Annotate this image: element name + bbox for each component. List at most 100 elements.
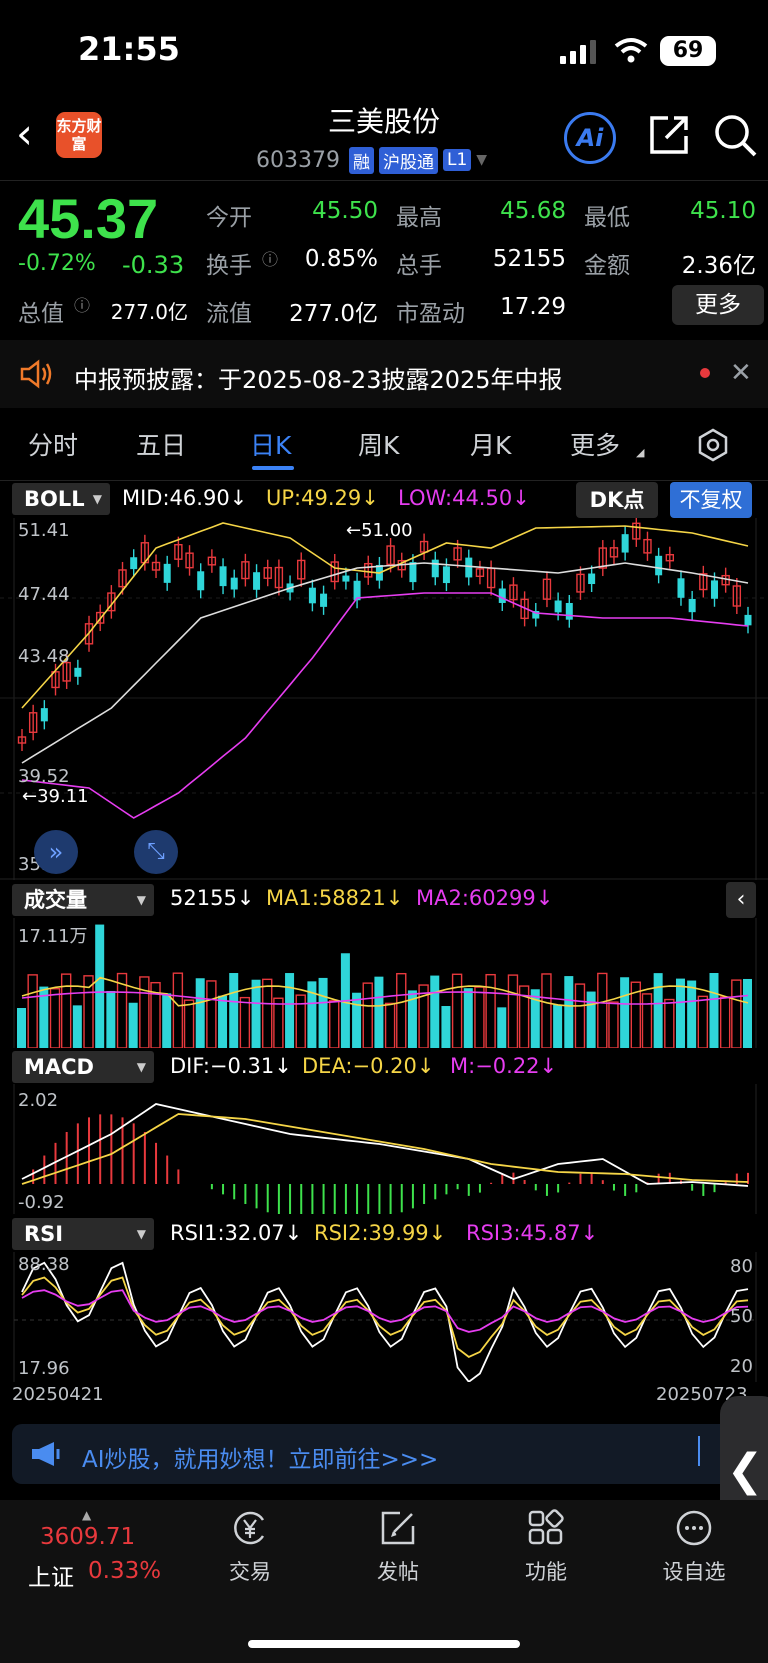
boll-up: UP:49.29↓	[266, 486, 379, 510]
volume-bar	[95, 924, 105, 1048]
unread-dot	[700, 368, 710, 378]
float-cap-label: 流值	[206, 301, 252, 327]
tab-weekly-k[interactable]: 周K	[358, 426, 399, 462]
more-icon	[676, 1510, 712, 1546]
volume-ma2: MA2:60299↓	[416, 886, 554, 910]
volume-bar	[318, 977, 328, 1048]
tab-intraday[interactable]: 分时	[28, 426, 78, 462]
ai-assistant-icon[interactable]: Ai	[564, 112, 616, 164]
rsi-chart	[13, 1252, 757, 1382]
volume-bar	[273, 997, 284, 1048]
nav-post-label: 发帖	[377, 1560, 419, 1584]
volume-chart	[13, 918, 757, 1048]
volume-value: 52155	[492, 246, 566, 272]
volume-bar	[172, 972, 184, 1048]
change-percent: -0.72%	[18, 251, 96, 276]
volume-bar	[72, 1005, 82, 1048]
candle-body	[230, 577, 238, 590]
volume-bar	[60, 973, 72, 1048]
candle-body	[677, 578, 685, 598]
low-value: 45.10	[690, 198, 756, 224]
volume-bar	[451, 973, 463, 1048]
stock-code-row[interactable]: 603379 融 沪股通 L1 ▼	[256, 146, 487, 174]
no-adjust-button[interactable]: 不复权	[670, 482, 752, 518]
high-value: 45.68	[500, 198, 566, 224]
nav-watchlist-label: 设自选	[662, 1560, 726, 1584]
rsi-axis-top: 88.38	[18, 1254, 70, 1275]
candlestick-chart[interactable]	[0, 518, 768, 880]
volume-ma1: MA1:58821↓	[266, 886, 404, 910]
index-percent[interactable]: 0.33%	[88, 1558, 161, 1584]
candle-body	[308, 587, 316, 604]
caret-icon: ◢	[636, 446, 645, 459]
volume-bar	[362, 982, 373, 1048]
candle-body	[320, 593, 328, 607]
volume-bar	[608, 1001, 619, 1048]
fullscreen-icon[interactable]: ⤡	[134, 830, 178, 874]
volume-bar	[285, 973, 295, 1048]
stock-code: 603379	[256, 147, 340, 173]
close-icon[interactable]: ✕	[730, 358, 752, 388]
volume-bar	[497, 1007, 507, 1048]
tab-monthly-k[interactable]: 月K	[470, 426, 511, 462]
search-icon[interactable]	[712, 112, 758, 158]
dk-point-button[interactable]: DK点	[576, 482, 658, 518]
expand-left-icon[interactable]: »	[34, 830, 78, 874]
tab-daily-k[interactable]: 日K	[250, 426, 291, 462]
nav-functions-label: 功能	[525, 1560, 567, 1584]
candle-body	[74, 667, 82, 677]
info-icon[interactable]: ⓘ	[74, 292, 90, 316]
macd-m: M:−0.22↓	[450, 1054, 558, 1078]
volume-bar	[507, 974, 519, 1048]
nav-watchlist[interactable]: 设自选	[644, 1508, 744, 1586]
nav-trade[interactable]: 交易	[200, 1508, 300, 1586]
volume-bar	[564, 976, 574, 1048]
info-icon[interactable]: ⓘ	[262, 246, 278, 270]
volume-axis-top: 17.11万	[18, 926, 88, 947]
high-label: 最高	[396, 205, 442, 231]
index-name[interactable]: 上证	[28, 1558, 74, 1592]
rsi-1: RSI1:32.07↓	[170, 1221, 303, 1245]
low-marker: ←39.11	[22, 786, 89, 807]
total-cap-label: 总值	[18, 301, 64, 327]
volume-bar	[430, 975, 440, 1048]
candle-body	[565, 602, 573, 620]
candle-body	[163, 563, 171, 583]
macd-indicator-select[interactable]: MACD ▼	[12, 1051, 154, 1083]
open-value: 45.50	[312, 198, 378, 224]
nav-functions[interactable]: 功能	[496, 1508, 596, 1586]
candle-body	[253, 572, 261, 590]
grid-icon	[528, 1509, 564, 1545]
tab-more[interactable]: 更多	[570, 426, 620, 462]
home-indicator[interactable]	[248, 1640, 520, 1648]
volume-indicator-select[interactable]: 成交量 ▼	[12, 884, 154, 916]
open-label: 今开	[206, 205, 252, 231]
volume-bar	[586, 991, 596, 1048]
more-button[interactable]: 更多	[672, 285, 764, 325]
volume-bar	[352, 992, 362, 1048]
nav-post[interactable]: 发帖	[348, 1508, 448, 1586]
volume-bar	[229, 973, 239, 1048]
volume-bar	[384, 1002, 396, 1048]
volume-indicator-name: 成交量	[24, 888, 87, 912]
amount-label: 金额	[584, 253, 630, 279]
volume-bar	[206, 980, 217, 1048]
candle-body	[431, 559, 439, 578]
share-icon[interactable]	[648, 114, 690, 156]
volume-bar	[17, 1008, 26, 1048]
megaphone-icon	[32, 1442, 60, 1466]
volume-bar	[139, 976, 150, 1048]
boll-axis-4: 39.52	[18, 766, 70, 787]
volume-bar	[653, 973, 663, 1048]
rsi-indicator-name: RSI	[24, 1222, 64, 1246]
settings-icon[interactable]	[696, 428, 730, 462]
index-value[interactable]: 3609.71	[40, 1524, 135, 1550]
tab-five-day[interactable]: 五日	[136, 426, 186, 462]
boll-axis-2: 47.44	[18, 584, 70, 605]
candle-body	[554, 600, 562, 613]
collapse-panel-button[interactable]: ‹	[726, 882, 756, 918]
rsi-indicator-select[interactable]: RSI ▼	[12, 1218, 154, 1250]
candle-body	[688, 598, 696, 613]
candle-body	[40, 708, 48, 722]
main-indicator-select[interactable]: BOLL ▼	[12, 483, 110, 515]
